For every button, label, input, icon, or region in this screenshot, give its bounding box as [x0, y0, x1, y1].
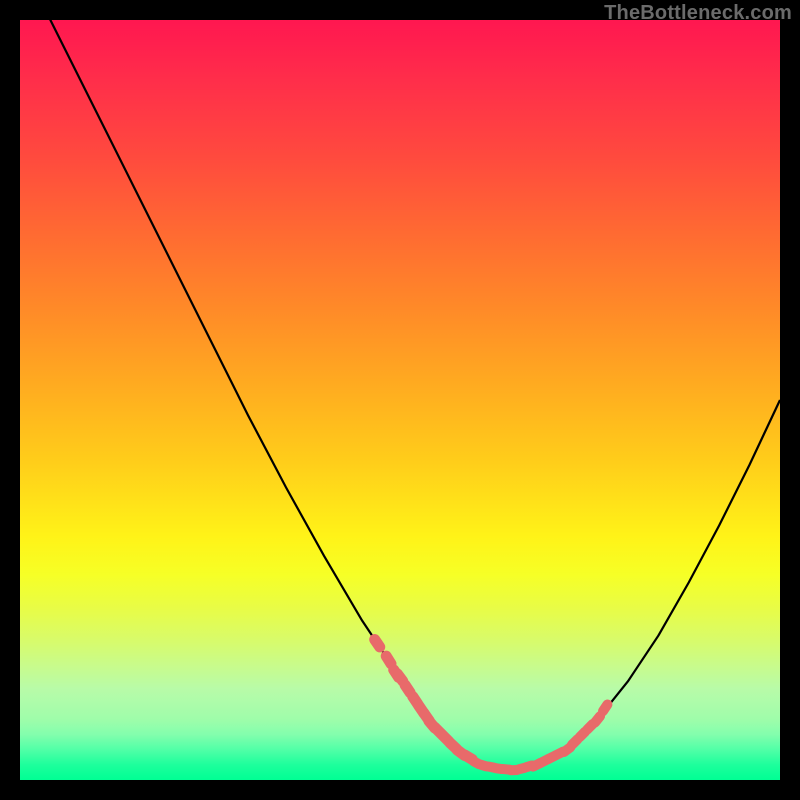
markers-right: [527, 698, 615, 774]
markers-left: [367, 632, 480, 767]
watermark: TheBottleneck.com: [604, 2, 792, 25]
plot-area: [20, 20, 780, 780]
bottleneck-curve: [20, 0, 780, 770]
chart-frame: TheBottleneck.com: [0, 0, 800, 800]
curve-group: [20, 0, 780, 770]
bottleneck-curve-svg: [20, 20, 780, 780]
